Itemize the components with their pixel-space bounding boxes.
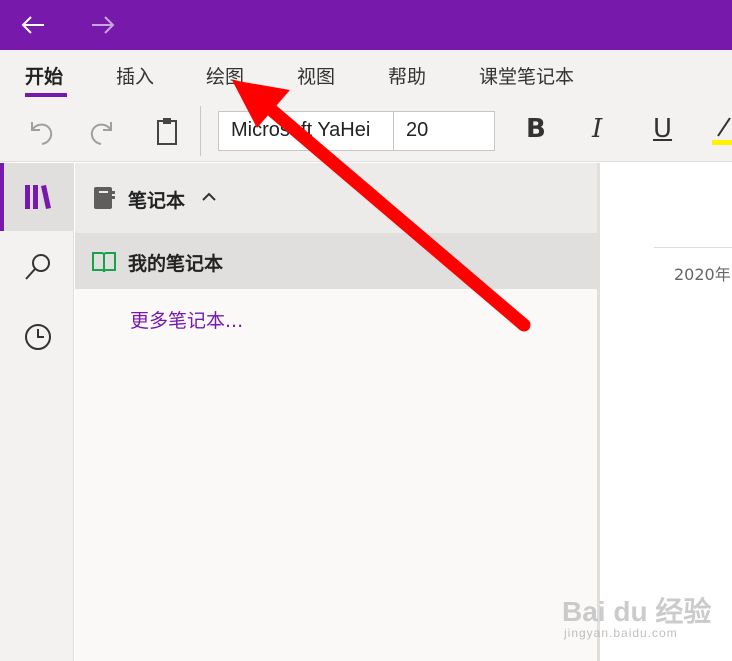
- active-tab-indicator: [25, 93, 67, 97]
- redo-button[interactable]: [86, 114, 120, 148]
- baidu-watermark: Bai du 经验 jingyan.baidu.com: [562, 590, 722, 650]
- notebook-name: 我的笔记本: [128, 253, 224, 275]
- undo-button[interactable]: [23, 114, 57, 148]
- page-canvas[interactable]: 2020年: [600, 163, 732, 661]
- tab-class-notebook[interactable]: 课堂笔记本: [479, 62, 574, 89]
- italic-button[interactable]: I: [592, 114, 602, 144]
- tab-draw[interactable]: 绘图: [206, 62, 244, 89]
- rail-search-button[interactable]: [0, 233, 74, 301]
- undo-icon: [31, 122, 53, 145]
- chevron-up-icon[interactable]: [201, 189, 217, 205]
- open-book-icon: [92, 252, 116, 273]
- paste-button[interactable]: [150, 114, 184, 148]
- redo-icon: [90, 122, 112, 145]
- arrow-right-icon: [92, 16, 115, 34]
- watermark-url: jingyan.baidu.com: [564, 626, 678, 640]
- font-size-field[interactable]: 20: [393, 111, 495, 151]
- back-button[interactable]: [18, 10, 48, 40]
- bold-button[interactable]: B: [526, 114, 546, 144]
- tab-insert[interactable]: 插入: [116, 62, 154, 89]
- notebook-pane: 笔记本 我的笔记本 更多笔记本...: [75, 163, 597, 661]
- tab-view[interactable]: 视图: [297, 62, 335, 89]
- more-notebooks-link[interactable]: 更多笔记本...: [130, 306, 243, 333]
- clock-icon: [25, 324, 51, 350]
- tab-home[interactable]: 开始: [25, 62, 63, 89]
- ribbon-tabs: 开始 插入 绘图 视图 帮助 课堂笔记本: [0, 50, 732, 100]
- font-name-field[interactable]: Microsoft YaHei: [218, 111, 394, 151]
- page-date: 2020年: [674, 265, 731, 284]
- notebook-icon: [94, 187, 115, 209]
- page-title-rule: [654, 247, 732, 248]
- navigation-rail: [0, 163, 74, 661]
- notebook-pane-header[interactable]: 笔记本: [75, 163, 597, 233]
- rail-active-indicator: [0, 163, 4, 231]
- notebooks-icon: [25, 185, 51, 209]
- toolbar-separator: [200, 106, 201, 156]
- forward-button[interactable]: [88, 10, 118, 40]
- search-icon: [25, 254, 50, 280]
- rail-recent-button[interactable]: [0, 303, 74, 371]
- clipboard-icon: [157, 118, 177, 145]
- rail-notebooks-button[interactable]: [0, 163, 74, 231]
- highlighter-icon[interactable]: [712, 112, 732, 148]
- notebook-item-my-notebook[interactable]: 我的笔记本: [75, 233, 597, 289]
- underline-button[interactable]: U: [653, 114, 672, 144]
- notebook-pane-title: 笔记本: [128, 190, 186, 212]
- arrow-left-icon: [21, 16, 44, 34]
- title-bar: [0, 0, 732, 50]
- watermark-text: Bai du 经验: [562, 596, 712, 627]
- tab-help[interactable]: 帮助: [388, 62, 426, 89]
